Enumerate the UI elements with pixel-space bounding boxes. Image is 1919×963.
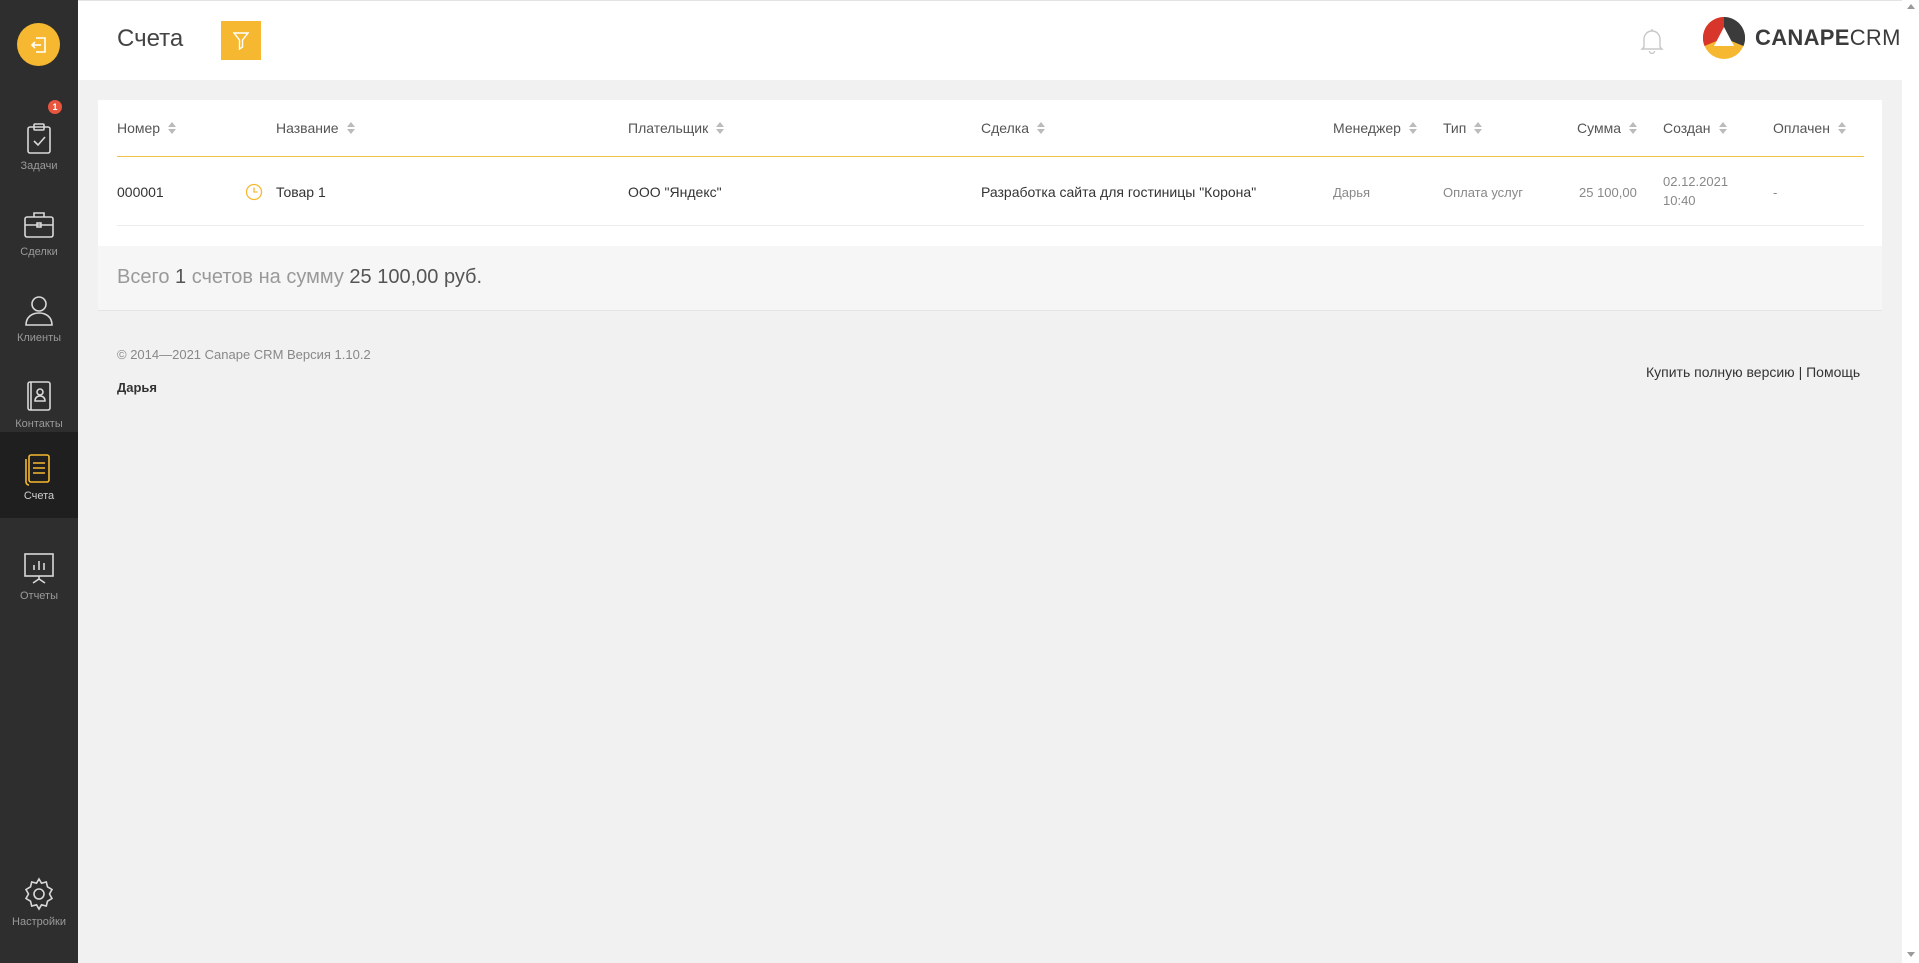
- sidebar: Задачи 1 Сделки Клиенты Контакты Счета О…: [0, 0, 78, 963]
- filter-button[interactable]: [221, 21, 261, 60]
- user-icon: [25, 296, 53, 326]
- notifications-button[interactable]: [1640, 28, 1664, 59]
- sort-icon: [346, 122, 355, 134]
- sidebar-item-invoices[interactable]: Счета: [0, 432, 78, 518]
- sidebar-item-label: Счета: [23, 490, 55, 502]
- invoices-table: Номер Название Плательщик Сделка Менедже…: [98, 100, 1882, 246]
- gear-icon: [24, 877, 54, 911]
- bell-icon: [1640, 29, 1664, 55]
- invoice-icon: [25, 454, 50, 486]
- cell-paid: -: [1773, 185, 1778, 200]
- canape-logo-icon: [1703, 17, 1745, 59]
- sidebar-item-reports[interactable]: Отчеты: [0, 532, 78, 618]
- sort-icon: [1718, 122, 1727, 134]
- header-divider: [117, 156, 1864, 157]
- column-header-deal[interactable]: Сделка: [981, 120, 1045, 136]
- summary-text: Всего 1 счетов на сумму 25 100,00 руб.: [117, 266, 483, 288]
- scroll-down-arrow[interactable]: [1907, 952, 1915, 957]
- scroll-up-arrow[interactable]: [1907, 4, 1915, 9]
- cell-payer[interactable]: ООО "Яндекс": [628, 184, 722, 200]
- page-title: Счета: [117, 25, 184, 52]
- sort-icon: [1474, 122, 1483, 134]
- sort-icon: [1408, 122, 1417, 134]
- filter-icon: [233, 31, 249, 50]
- sort-icon: [168, 122, 177, 134]
- summary-total: 25 100,00: [349, 266, 439, 288]
- tasks-count-badge: 1: [48, 100, 62, 114]
- buy-full-version-link[interactable]: Купить полную версию: [1646, 364, 1795, 380]
- top-header: Счета CANAPECRM: [78, 0, 1902, 80]
- brand-logo: CANAPECRM: [1703, 17, 1901, 59]
- sidebar-item-label: Сделки: [20, 246, 58, 258]
- help-link[interactable]: Помощь: [1806, 364, 1860, 380]
- column-header-type[interactable]: Тип: [1443, 120, 1483, 136]
- cell-created-time: 10:40: [1663, 193, 1696, 208]
- sort-icon: [716, 122, 725, 134]
- briefcase-icon: [24, 212, 54, 238]
- vertical-scrollbar[interactable]: [1902, 0, 1919, 963]
- sidebar-item-label: Задачи: [20, 160, 58, 172]
- copyright: © 2014—2021 Canape CRM Версия 1.10.2: [117, 347, 371, 362]
- column-header-created[interactable]: Создан: [1663, 120, 1727, 136]
- column-header-payer[interactable]: Плательщик: [628, 120, 725, 136]
- row-divider: [117, 225, 1864, 226]
- invoices-summary: Всего 1 счетов на сумму 25 100,00 руб.: [98, 246, 1882, 311]
- cell-deal[interactable]: Разработка сайта для гостиницы "Корона": [981, 184, 1256, 200]
- sort-icon: [1629, 122, 1637, 134]
- column-header-amount[interactable]: Сумма: [1577, 120, 1637, 136]
- sidebar-item-tasks[interactable]: Задачи: [0, 102, 78, 188]
- logout-icon: [30, 36, 46, 53]
- sidebar-item-label: Контакты: [15, 418, 63, 430]
- column-header-paid[interactable]: Оплачен: [1773, 120, 1846, 136]
- sidebar-item-settings[interactable]: Настройки: [0, 858, 78, 944]
- cell-amount: 25 100,00: [1579, 185, 1637, 200]
- sidebar-item-label: Клиенты: [16, 332, 62, 344]
- sort-icon: [1837, 122, 1846, 134]
- cell-created-date: 02.12.2021: [1663, 174, 1729, 189]
- column-header-name[interactable]: Название: [276, 120, 355, 136]
- contact-book-icon: [27, 381, 51, 411]
- cell-type: Оплата услуг: [1443, 185, 1524, 200]
- footer-user-link[interactable]: Дарья: [117, 380, 157, 395]
- footer-links: Купить полную версию | Помощь: [1646, 364, 1861, 380]
- cell-number[interactable]: 000001: [117, 184, 164, 200]
- presentation-chart-icon: [24, 553, 54, 584]
- clock-icon: [245, 183, 263, 201]
- column-header-number[interactable]: Номер: [117, 120, 177, 136]
- summary-count: 1: [175, 266, 187, 288]
- sidebar-item-label: Отчеты: [19, 590, 59, 602]
- cell-manager: Дарья: [1333, 185, 1371, 200]
- sidebar-item-label: Настройки: [12, 916, 66, 928]
- column-header-manager[interactable]: Менеджер: [1333, 120, 1417, 136]
- brand-name: CANAPECRM: [1755, 25, 1901, 50]
- sort-icon: [1037, 122, 1045, 134]
- cell-name[interactable]: Товар 1: [276, 184, 326, 200]
- sidebar-item-deals[interactable]: Сделки: [0, 188, 78, 274]
- logout-button[interactable]: [17, 23, 60, 66]
- clipboard-check-icon: [27, 123, 51, 154]
- sidebar-item-clients[interactable]: Клиенты: [0, 274, 78, 360]
